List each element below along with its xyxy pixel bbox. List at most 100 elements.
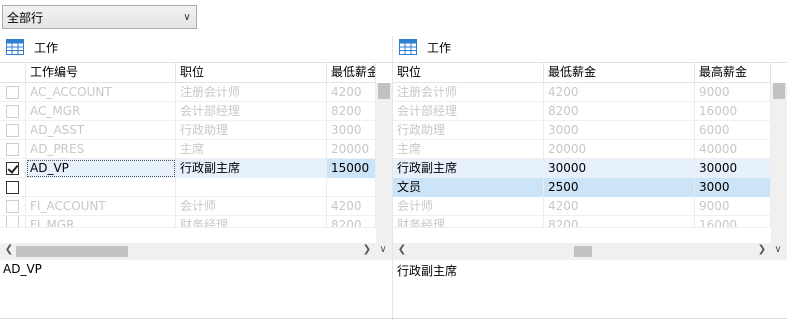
table-row[interactable]: 注册会计师 4200 9000 (393, 83, 771, 102)
cell-title[interactable]: 会计师 (393, 197, 544, 216)
cell-min-salary[interactable]: 4200 (544, 83, 695, 102)
row-checkbox-checked[interactable] (0, 159, 26, 177)
left-horizontal-scrollbar[interactable]: ❮ ❯ ∨ (0, 243, 392, 260)
cell-max-salary[interactable]: 16000 (695, 102, 771, 121)
table-row[interactable]: 会计部经理 8200 16000 (393, 102, 771, 121)
cell-min-salary[interactable]: 3000 (544, 121, 695, 140)
row-checkbox[interactable] (0, 83, 26, 101)
scroll-down-icon[interactable]: ∨ (771, 244, 785, 255)
cell-title[interactable]: 文员 (393, 178, 544, 197)
cell-max-salary[interactable]: 9000 (695, 197, 771, 216)
row-checkbox[interactable] (0, 178, 26, 196)
table-row-highlighted[interactable]: 文员 2500 3000 (393, 178, 771, 197)
bottom-divider (0, 318, 787, 319)
table-row[interactable]: 主席 20000 40000 (393, 140, 771, 159)
cell-min-salary[interactable]: 2500 (544, 178, 695, 197)
cell-max-salary[interactable]: 3000 (695, 178, 771, 197)
cell-job-id[interactable] (26, 178, 176, 197)
cell-min-salary[interactable]: 3000 (327, 121, 376, 140)
column-header-max-salary[interactable]: 最高薪金 (695, 63, 771, 83)
table-row[interactable]: AD_PRES 主席 20000 (0, 140, 376, 159)
cell-title[interactable]: 财务经理 (393, 216, 544, 227)
department-filter-select[interactable]: 全部行 ∨ (2, 5, 197, 29)
cell-min-salary[interactable]: 20000 (544, 140, 695, 159)
cell-min-salary[interactable]: 8200 (544, 216, 695, 227)
left-vscroll-thumb[interactable] (378, 83, 390, 99)
cell-job-id[interactable]: FI_MGR (26, 216, 176, 227)
right-vscroll-thumb[interactable] (773, 83, 785, 99)
column-header-title[interactable]: 职位 (393, 63, 544, 83)
cell-title[interactable]: 主席 (176, 140, 327, 159)
cell-title[interactable]: 行政副主席 (176, 159, 327, 178)
cell-max-salary[interactable]: 30000 (695, 159, 771, 178)
cell-min-salary[interactable]: 15000 (327, 159, 376, 178)
cell-title[interactable]: 会计部经理 (393, 102, 544, 121)
cell-job-id[interactable]: AC_ACCOUNT (26, 83, 176, 102)
right-hscroll-thumb[interactable] (574, 246, 592, 257)
cell-min-salary[interactable]: 4200 (327, 83, 376, 102)
column-header-title[interactable]: 职位 (176, 63, 327, 83)
scroll-right-icon[interactable]: ❯ (360, 244, 374, 255)
table-row[interactable]: FI_MGR 财务经理 8200 (0, 216, 376, 228)
left-detail-field[interactable]: AD_VP (0, 259, 392, 321)
column-header-min-salary[interactable]: 最低薪金 (544, 63, 695, 83)
table-row[interactable]: 行政助理 3000 6000 (393, 121, 771, 140)
cell-min-salary[interactable]: 20000 (327, 140, 376, 159)
cell-title[interactable]: 行政助理 (393, 121, 544, 140)
cell-title[interactable]: 行政助理 (176, 121, 327, 140)
table-row[interactable]: AD_ASST 行政助理 3000 (0, 121, 376, 140)
cell-job-id[interactable]: AC_MGR (26, 102, 176, 121)
cell-min-salary[interactable]: 4200 (544, 197, 695, 216)
cell-min-salary[interactable]: 8200 (327, 102, 376, 121)
right-detail-field[interactable]: 行政副主席 (394, 259, 787, 321)
scroll-right-icon[interactable]: ❯ (755, 244, 769, 255)
cell-max-salary[interactable]: 9000 (695, 83, 771, 102)
cell-max-salary[interactable]: 16000 (695, 216, 771, 227)
cell-min-salary[interactable]: 30000 (544, 159, 695, 178)
left-detail-value: AD_VP (3, 262, 42, 276)
column-header-min-salary[interactable]: 最低薪金 (327, 63, 376, 83)
cell-min-salary[interactable]: 8200 (327, 216, 376, 227)
cell-job-id[interactable]: FI_ACCOUNT (26, 197, 176, 216)
scroll-left-icon[interactable]: ❮ (395, 244, 409, 255)
right-vertical-scrollbar[interactable] (771, 83, 787, 243)
table-row[interactable]: FI_ACCOUNT 会计师 4200 (0, 197, 376, 216)
cell-title[interactable]: 主席 (393, 140, 544, 159)
cell-job-id[interactable]: AD_VP (26, 159, 176, 178)
table-row[interactable]: AC_MGR 会计部经理 8200 (0, 102, 376, 121)
table-row[interactable]: AC_ACCOUNT 注册会计师 4200 (0, 83, 376, 102)
table-icon (6, 39, 24, 55)
left-grid-header: 工作编号 职位 最低薪金 (0, 63, 376, 83)
column-header-job-id[interactable]: 工作编号 (26, 63, 176, 83)
cell-title[interactable]: 注册会计师 (393, 83, 544, 102)
table-row[interactable]: 会计师 4200 9000 (393, 197, 771, 216)
cell-min-salary[interactable] (327, 178, 376, 197)
cell-title[interactable]: 会计师 (176, 197, 327, 216)
cell-title[interactable]: 财务经理 (176, 216, 327, 227)
cell-job-id[interactable]: AD_PRES (26, 140, 176, 159)
cell-max-salary[interactable]: 40000 (695, 140, 771, 159)
cell-max-salary[interactable]: 6000 (695, 121, 771, 140)
left-vertical-scrollbar[interactable] (376, 83, 392, 243)
left-hscroll-thumb[interactable] (16, 246, 128, 257)
cell-title[interactable]: 会计部经理 (176, 102, 327, 121)
table-row-selected[interactable]: 行政副主席 30000 30000 (393, 159, 771, 178)
row-checkbox[interactable] (0, 197, 26, 215)
cell-job-id[interactable]: AD_ASST (26, 121, 176, 140)
table-row-selected[interactable]: AD_VP 行政副主席 15000 (0, 159, 376, 178)
scroll-left-icon[interactable]: ❮ (2, 244, 16, 255)
table-row[interactable]: 财务经理 8200 16000 (393, 216, 771, 228)
row-checkbox[interactable] (0, 102, 26, 120)
scroll-down-icon[interactable]: ∨ (376, 244, 390, 255)
cell-min-salary[interactable]: 4200 (327, 197, 376, 216)
cell-min-salary[interactable]: 8200 (544, 102, 695, 121)
right-detail-value: 行政副主席 (397, 264, 458, 278)
row-checkbox[interactable] (0, 121, 26, 139)
right-horizontal-scrollbar[interactable]: ❮ ❯ ∨ (393, 243, 787, 260)
row-checkbox[interactable] (0, 140, 26, 158)
cell-title[interactable] (176, 178, 327, 197)
row-checkbox[interactable] (0, 216, 26, 227)
cell-title[interactable]: 行政副主席 (393, 159, 544, 178)
table-row-new[interactable] (0, 178, 376, 197)
cell-title[interactable]: 注册会计师 (176, 83, 327, 102)
